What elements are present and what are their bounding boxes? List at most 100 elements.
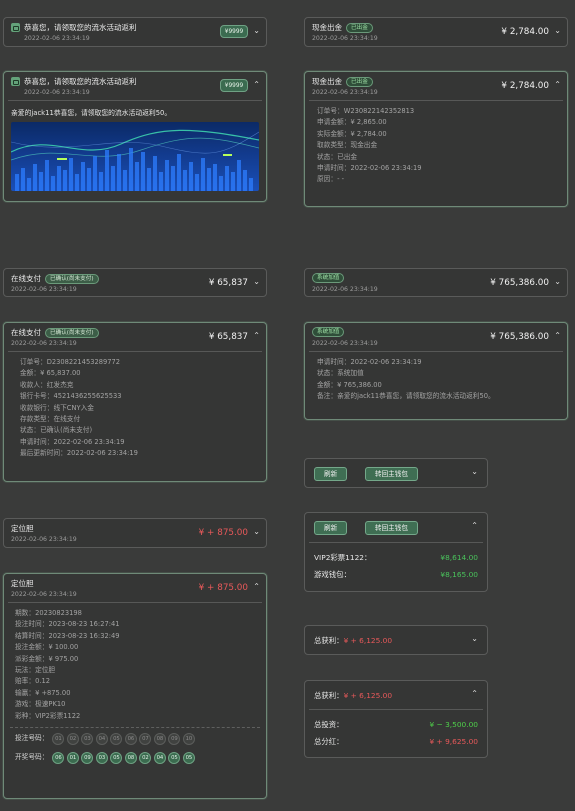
draw-number: 04 bbox=[153, 752, 166, 765]
locate-amount: ¥ + 875.00 bbox=[198, 583, 248, 593]
system-add-details: 申请时间：2022-02-06 23:34:19 状态：系统加值 金额：¥ 76… bbox=[305, 352, 567, 403]
promo-amount-pill[interactable]: ¥9999 bbox=[220, 79, 248, 92]
wallet-item: VIP2彩票1122： ¥8,614.00 bbox=[314, 553, 478, 562]
detail-row: 申请时间：2022-02-06 23:34:19 bbox=[20, 437, 125, 446]
bet-number: 03 bbox=[81, 733, 94, 746]
chevron-down-icon[interactable]: ⌄ bbox=[554, 277, 561, 287]
chevron-up-icon[interactable]: ⌃ bbox=[554, 80, 561, 90]
promo-title: 恭喜您，请领取您的流水活动返利 bbox=[24, 23, 137, 32]
refresh-button[interactable]: 刷新 bbox=[314, 521, 348, 535]
wallet-card-expanded[interactable]: 刷新 转回主钱包 ⌃ VIP2彩票1122： ¥8,614.00 游戏钱包： ¥… bbox=[304, 512, 488, 592]
transfer-to-main-button[interactable]: 转回主钱包 bbox=[365, 521, 418, 535]
refresh-button[interactable]: 刷新 bbox=[314, 467, 348, 481]
chevron-up-icon[interactable]: ⌃ bbox=[471, 689, 478, 699]
profit-card-expanded[interactable]: 总获利：¥ + 6,125.00 ⌃ 总投资： ¥ − 3,500.00 总分红… bbox=[304, 680, 488, 758]
withdraw-card-collapsed[interactable]: 现金出金 已出金 2022-02-06 23:34:19 ¥ 2,784.00 ⌄ bbox=[304, 17, 568, 47]
locate-card-collapsed[interactable]: 定位胆 2022-02-06 23:34:19 ¥ + 875.00 ⌄ bbox=[3, 518, 267, 548]
detail-row: 投注金额：¥ 100.00 bbox=[15, 643, 79, 652]
locate-card-expanded[interactable]: 定位胆 2022-02-06 23:34:19 ¥ + 875.00 ⌃ 期数：… bbox=[3, 573, 267, 799]
profit-card-collapsed[interactable]: 总获利：¥ + 6,125.00 ⌄ bbox=[304, 625, 488, 655]
detail-row: 状态：系统加值 bbox=[317, 369, 364, 378]
detail-row: 申请时间：2022-02-06 23:34:19 bbox=[317, 164, 422, 173]
detail-row: 订单号：D2308221453289772 bbox=[20, 358, 120, 366]
locate-amount: ¥ + 875.00 bbox=[198, 528, 248, 538]
withdraw-card-expanded[interactable]: 现金出金 已出金 2022-02-06 23:34:19 ¥ 2,784.00 ⌃… bbox=[304, 71, 568, 207]
draw-numbers-row: 开奖号码： 06 01 09 03 05 08 02 04 05 05 bbox=[4, 745, 266, 765]
chevron-down-icon[interactable]: ⌄ bbox=[471, 634, 478, 644]
detail-row: 游戏：极速PK10 bbox=[15, 700, 66, 709]
locate-date: 2022-02-06 23:34:19 bbox=[11, 536, 77, 543]
locate-title: 定位胆 bbox=[11, 524, 34, 533]
system-add-card-collapsed[interactable]: 系统加值 2022-02-06 23:34:19 ¥ 765,386.00 ⌄ bbox=[304, 268, 568, 297]
wallet-card-collapsed[interactable]: 刷新 转回主钱包 ⌄ bbox=[304, 458, 488, 488]
promo-date: 2022-02-06 23:34:19 bbox=[24, 89, 90, 96]
detail-row: 收款银行：线下CNY入金 bbox=[20, 403, 94, 412]
chevron-down-icon[interactable]: ⌄ bbox=[554, 26, 561, 36]
draw-numbers-label: 开奖号码： bbox=[15, 753, 49, 762]
transfer-to-main-button[interactable]: 转回主钱包 bbox=[365, 467, 418, 481]
chevron-up-icon[interactable]: ⌃ bbox=[253, 331, 260, 341]
withdraw-amount: ¥ 2,784.00 bbox=[501, 27, 549, 37]
status-badge: 已出金 bbox=[346, 22, 373, 33]
promo-amount-pill[interactable]: ¥9999 bbox=[220, 25, 248, 38]
draw-number: 05 bbox=[182, 752, 195, 765]
chevron-up-icon[interactable]: ⌃ bbox=[253, 582, 260, 592]
locate-title: 定位胆 bbox=[11, 579, 34, 588]
detail-row: 取款类型：现金出金 bbox=[317, 141, 378, 150]
online-pay-amount: ¥ 65,837 bbox=[208, 332, 248, 342]
withdraw-date: 2022-02-06 23:34:19 bbox=[312, 35, 378, 42]
detail-row: 订单号：W230822142352813 bbox=[317, 107, 415, 115]
detail-row: 备注：亲爱的jack11恭喜您，请领取您的流水活动返利50。 bbox=[317, 392, 495, 401]
system-add-card-expanded[interactable]: 系统加值 2022-02-06 23:34:19 ¥ 765,386.00 ⌃ … bbox=[304, 322, 568, 420]
chevron-down-icon[interactable]: ⌄ bbox=[253, 527, 260, 537]
chevron-up-icon[interactable]: ⌃ bbox=[554, 331, 561, 341]
profit-row: 总投资： ¥ − 3,500.00 bbox=[314, 720, 478, 729]
wallet-item: 游戏钱包： ¥8,165.00 bbox=[314, 570, 478, 579]
profit-row: 总分红： ¥ + 9,625.00 bbox=[314, 737, 478, 746]
promo-title: 恭喜您，请领取您的流水活动返利 bbox=[24, 77, 137, 86]
detail-row: 结算时间：2023-08-23 16:32:49 bbox=[15, 631, 120, 640]
status-badge: 系统加值 bbox=[312, 273, 345, 283]
promo-card-collapsed[interactable]: 恭喜您，请领取您的流水活动返利 2022-02-06 23:34:19 ¥999… bbox=[3, 17, 267, 47]
draw-number: 05 bbox=[168, 752, 181, 765]
detail-row: 收款人：红发杰克 bbox=[20, 380, 74, 389]
draw-number: 08 bbox=[124, 752, 137, 765]
online-pay-card-expanded[interactable]: 在线支付 已确认(尚未支付) 2022-02-06 23:34:19 ¥ 65,8… bbox=[3, 322, 267, 482]
mail-icon bbox=[11, 23, 20, 32]
online-pay-details: 订单号：D2308221453289772 金额：¥ 65,837.00 收款人… bbox=[4, 352, 266, 460]
total-profit-label: 总获利： bbox=[314, 636, 344, 645]
detail-row: 存款类型：在线支付 bbox=[20, 415, 81, 424]
draw-number: 02 bbox=[139, 752, 152, 765]
online-pay-date: 2022-02-06 23:34:19 bbox=[11, 340, 77, 347]
system-add-amount: ¥ 765,386.00 bbox=[490, 332, 549, 342]
online-pay-card-collapsed[interactable]: 在线支付 已确认(尚未支付) 2022-02-06 23:34:19 ¥ 65,8… bbox=[3, 268, 267, 297]
bet-number: 08 bbox=[153, 733, 166, 746]
detail-row: 银行卡号：4521436255625533 bbox=[20, 392, 122, 401]
detail-row: 期数：20230823198 bbox=[15, 609, 82, 617]
status-badge: 已确认(尚未支付) bbox=[45, 327, 99, 338]
detail-row: 状态：已出金 bbox=[317, 152, 358, 161]
bet-number: 06 bbox=[124, 733, 137, 746]
chevron-down-icon[interactable]: ⌄ bbox=[471, 467, 478, 477]
chevron-up-icon[interactable]: ⌃ bbox=[471, 521, 478, 531]
promo-card-expanded[interactable]: 恭喜您，请领取您的流水活动返利 2022-02-06 23:34:19 ¥999… bbox=[3, 71, 267, 202]
withdraw-title: 现金出金 bbox=[312, 23, 342, 32]
total-profit-value: ¥ + 6,125.00 bbox=[343, 691, 393, 700]
online-pay-amount: ¥ 65,837 bbox=[208, 278, 248, 288]
bet-number: 10 bbox=[182, 733, 195, 746]
detail-row: 金额：¥ 65,837.00 bbox=[20, 369, 81, 378]
detail-row: 申请金额：¥ 2,865.00 bbox=[317, 118, 387, 127]
status-badge: 已出金 bbox=[346, 76, 373, 87]
chevron-down-icon[interactable]: ⌄ bbox=[253, 26, 260, 36]
chevron-up-icon[interactable]: ⌃ bbox=[253, 80, 260, 90]
withdraw-details: 订单号：W230822142352813 申请金额：¥ 2,865.00 实际金… bbox=[305, 101, 567, 186]
draw-number: 01 bbox=[66, 752, 79, 765]
draw-number: 05 bbox=[110, 752, 123, 765]
status-badge: 系统加值 bbox=[312, 327, 345, 337]
mail-icon bbox=[11, 77, 20, 86]
detail-row: 玩法：定位胆 bbox=[15, 666, 56, 675]
chevron-down-icon[interactable]: ⌄ bbox=[253, 277, 260, 287]
total-profit-value: ¥ + 6,125.00 bbox=[343, 636, 393, 645]
promo-banner-image bbox=[11, 122, 259, 191]
promo-date: 2022-02-06 23:34:19 bbox=[24, 35, 90, 42]
